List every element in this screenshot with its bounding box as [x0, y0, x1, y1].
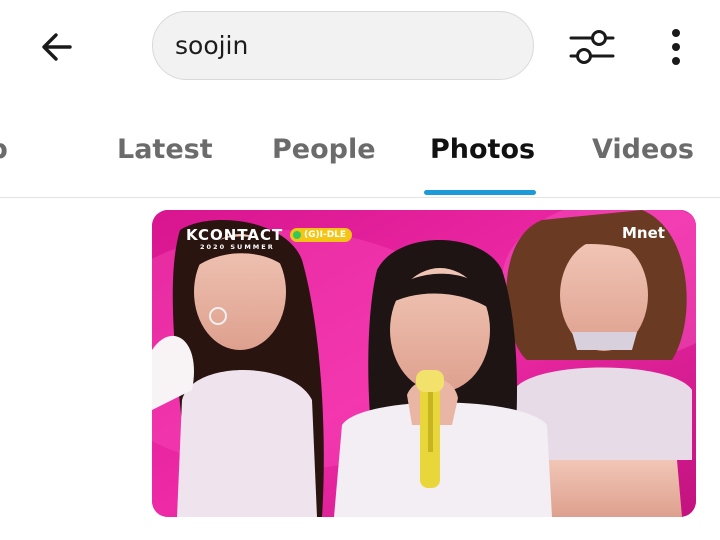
arrow-left-icon [42, 33, 72, 61]
search-tabs: op Latest People Photos Videos [0, 118, 720, 198]
search-bar[interactable] [152, 11, 534, 80]
artist-badge-label: (G)I-DLE [304, 230, 347, 240]
search-results-screen: op Latest People Photos Videos [0, 0, 720, 540]
photo-result[interactable]: KCONTACT 2020 SUMMER (G)I-DLE Mnet [152, 210, 696, 517]
filter-button[interactable] [564, 20, 620, 74]
tab-top[interactable]: op [0, 130, 8, 170]
tabs-divider [0, 197, 720, 198]
search-header [0, 0, 720, 95]
tab-photos[interactable]: Photos [430, 130, 535, 170]
season-label: 2020 SUMMER [200, 243, 275, 251]
more-vertical-icon [672, 29, 680, 65]
artist-badge: (G)I-DLE [290, 228, 353, 242]
search-input[interactable] [175, 12, 515, 79]
back-button[interactable] [30, 20, 84, 74]
performance-photo [152, 210, 696, 517]
tab-latest[interactable]: Latest [117, 130, 213, 170]
active-tab-indicator [424, 190, 536, 195]
kcontact-logo: KCONTACT [186, 226, 284, 244]
tab-videos[interactable]: Videos [592, 130, 694, 170]
more-options-button[interactable] [654, 20, 698, 74]
live-dot-icon [293, 231, 301, 239]
sliders-icon [569, 30, 615, 64]
tab-people[interactable]: People [272, 130, 376, 170]
mnet-logo: Mnet [622, 224, 665, 242]
